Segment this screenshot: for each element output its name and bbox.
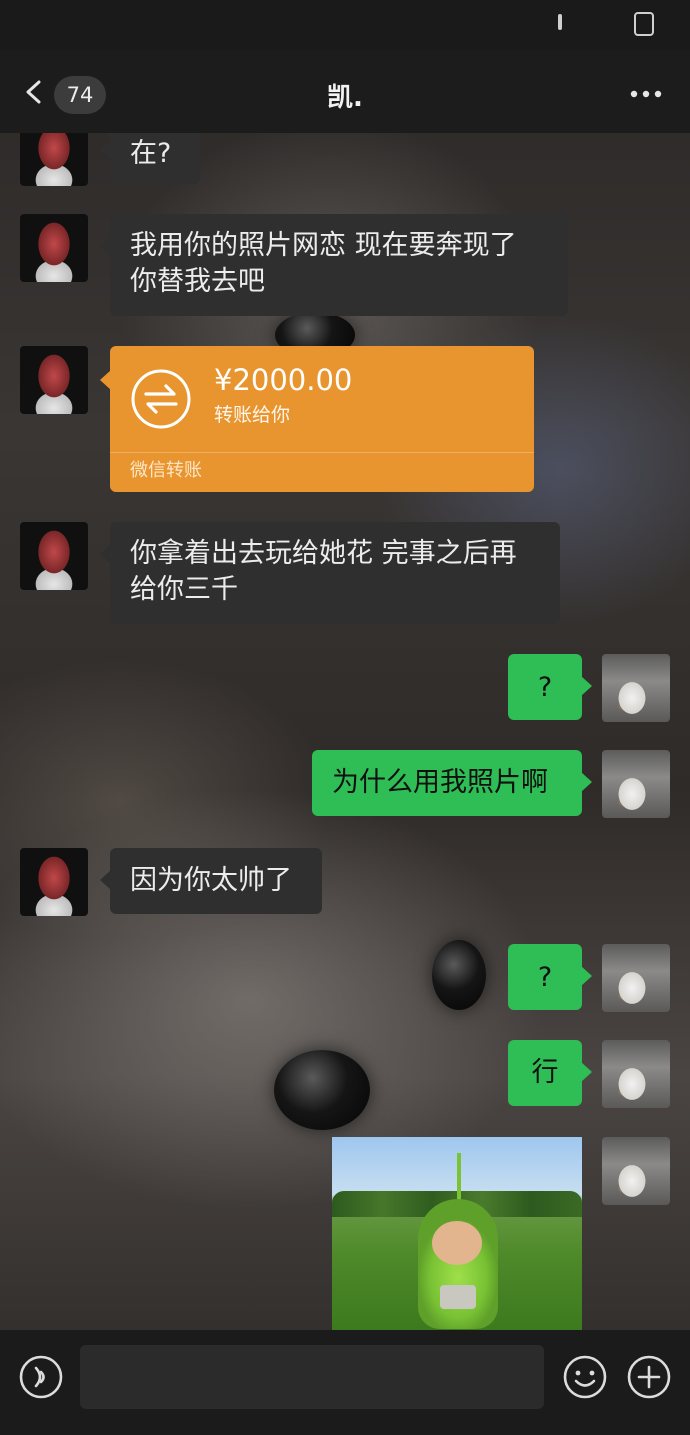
transfer-amount: ¥2000.00 [214, 363, 353, 397]
sticker-character-face [432, 1221, 482, 1265]
background-cat-eye [274, 1050, 370, 1130]
outgoing-message[interactable]: ? [508, 654, 592, 720]
sticker-image[interactable] [332, 1137, 582, 1330]
message-text: 你拿着出去玩给她花 完事之后再 [130, 538, 517, 569]
chevron-left-icon[interactable] [22, 80, 46, 104]
contact-avatar[interactable] [20, 848, 88, 916]
transfer-note: 转账给你 [214, 404, 291, 426]
transfer-arrows-icon [131, 369, 191, 429]
sticker-character-belly [440, 1285, 476, 1309]
transfer-footer: 微信转账 [130, 460, 202, 481]
contact-avatar[interactable] [20, 522, 88, 590]
my-avatar[interactable] [602, 750, 670, 818]
message-text: 你替我去吧 [130, 266, 265, 297]
voice-icon[interactable] [18, 1354, 64, 1400]
more-dots-icon[interactable] [626, 82, 666, 106]
background-cat-eye [432, 940, 486, 1010]
my-avatar[interactable] [602, 654, 670, 722]
transfer-divider [110, 452, 534, 453]
outgoing-message[interactable]: ? [508, 944, 592, 1010]
incoming-message[interactable]: 你拿着出去玩给她花 完事之后再 给你三千 [100, 522, 560, 624]
my-avatar[interactable] [602, 1040, 670, 1108]
my-avatar[interactable] [602, 944, 670, 1012]
outgoing-message[interactable]: 为什么用我照片啊 [312, 750, 592, 816]
sticker-character [418, 1199, 498, 1329]
message-text: 我用你的照片网恋 现在要奔现了 [130, 230, 517, 261]
message-text: ? [537, 962, 553, 993]
unread-count-badge[interactable]: 74 [54, 76, 106, 114]
message-text: 给你三千 [130, 574, 238, 605]
my-avatar[interactable] [602, 1137, 670, 1205]
outgoing-message[interactable]: 行 [508, 1040, 592, 1106]
battery-icon [634, 12, 654, 36]
signal-icon [558, 14, 562, 30]
contact-avatar[interactable] [20, 214, 88, 282]
status-bar [0, 0, 690, 50]
message-input[interactable] [80, 1345, 544, 1409]
message-text: 为什么用我照片啊 [332, 767, 548, 798]
message-text: 在? [130, 138, 172, 169]
input-bar [0, 1330, 690, 1435]
message-text: ? [537, 672, 553, 703]
transfer-card[interactable]: ¥2000.00 转账给你 微信转账 [100, 346, 534, 492]
incoming-message[interactable]: 因为你太帅了 [100, 848, 322, 914]
message-text: 因为你太帅了 [130, 865, 292, 896]
incoming-message[interactable]: 我用你的照片网恋 现在要奔现了 你替我去吧 [100, 214, 568, 316]
sticker-antenna [457, 1153, 461, 1203]
emoji-icon[interactable] [562, 1354, 608, 1400]
message-text: 行 [531, 1057, 559, 1088]
plus-icon[interactable] [626, 1354, 672, 1400]
header-overlay: 74 凯. [0, 50, 690, 133]
contact-avatar[interactable] [20, 346, 88, 414]
